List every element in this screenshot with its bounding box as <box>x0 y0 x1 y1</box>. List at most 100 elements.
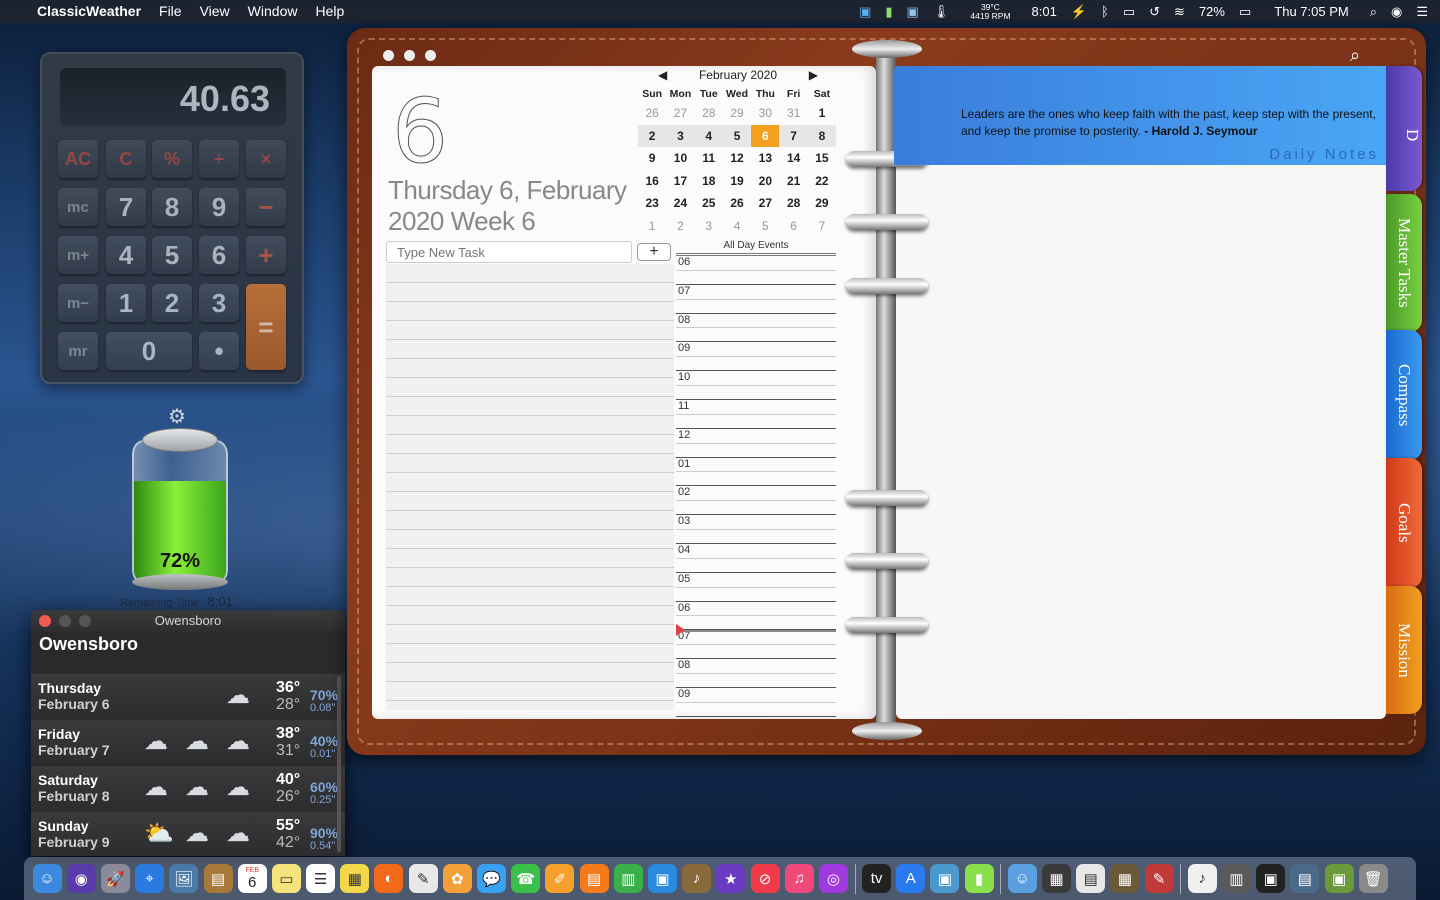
hour-slot[interactable]: 05 <box>676 573 836 602</box>
time-machine-icon[interactable]: ↺ <box>1149 4 1160 20</box>
finder-alt-icon[interactable]: ☺ <box>1007 864 1037 893</box>
menu-view[interactable]: View <box>191 0 239 23</box>
key-0[interactable]: 0 <box>106 332 192 370</box>
task-list[interactable] <box>386 264 674 710</box>
hour-slot[interactable]: 06 <box>676 602 836 631</box>
notification-center-icon[interactable]: ☰ <box>1416 4 1428 20</box>
battery-icon[interactable]: ▭ <box>1239 4 1251 20</box>
calendar-day[interactable]: 29 <box>723 102 751 125</box>
calendar-day[interactable]: 12 <box>723 147 751 170</box>
divide-button[interactable]: ÷ <box>199 140 239 178</box>
calendar-day[interactable]: 9 <box>638 147 666 170</box>
pencil-icon[interactable]: ✎ <box>1144 864 1174 893</box>
numbers-icon[interactable]: ▥ <box>613 864 643 893</box>
tab-daily[interactable]: D <box>1386 66 1422 191</box>
hour-slot[interactable]: 07 <box>676 285 836 314</box>
grapher-icon[interactable]: ▥ <box>1221 864 1251 893</box>
calendar-day[interactable]: 5 <box>751 215 779 238</box>
hour-slot[interactable]: 12 <box>676 429 836 458</box>
calendar-day[interactable]: 18 <box>695 170 723 193</box>
tv-icon[interactable]: tv <box>862 864 892 893</box>
calendar-day[interactable]: 7 <box>779 124 808 147</box>
add-task-button[interactable]: + <box>637 243 671 261</box>
bolt-icon[interactable]: ⚡ <box>1071 4 1087 20</box>
pages-icon[interactable]: ✐ <box>545 864 575 893</box>
key-8[interactable]: 8 <box>152 188 192 226</box>
network-icon[interactable]: ▤ <box>1290 864 1320 893</box>
battery-time[interactable]: 8:01 <box>1032 4 1057 19</box>
mminus-button[interactable]: m− <box>58 284 98 322</box>
airplay-icon[interactable]: ▭ <box>1123 4 1135 20</box>
script-icon[interactable]: ♪ <box>1187 864 1217 893</box>
calendar-day[interactable]: 27 <box>751 192 779 215</box>
calendar-day[interactable]: 22 <box>808 170 836 193</box>
dot-button[interactable]: • <box>199 332 239 370</box>
calendar-day[interactable]: 25 <box>695 192 723 215</box>
music-icon[interactable]: ♫ <box>784 864 814 893</box>
firefox-icon[interactable]: ◐ <box>374 864 404 893</box>
minimize-button[interactable] <box>59 615 71 627</box>
calendar-day[interactable]: 2 <box>666 215 694 238</box>
wifi-icon[interactable]: ≋ <box>1174 4 1185 20</box>
app-store-icon[interactable]: A <box>896 864 926 893</box>
minimize-button[interactable] <box>404 50 415 61</box>
launchpad-icon[interactable]: 🚀 <box>100 864 130 893</box>
calendar-day[interactable]: 26 <box>638 102 666 125</box>
thermometer-icon[interactable]: 🌡 <box>933 4 950 20</box>
key-9[interactable]: 9 <box>199 188 239 226</box>
podcasts-icon[interactable]: ◎ <box>818 864 848 893</box>
close-button[interactable] <box>383 50 394 61</box>
mplus-button[interactable]: m+ <box>58 236 98 274</box>
calendar-day[interactable]: 19 <box>723 170 751 193</box>
calendar-day[interactable]: 31 <box>779 102 807 125</box>
battery-percent[interactable]: 72% <box>1199 4 1225 19</box>
calendar-day[interactable]: 7 <box>808 215 836 238</box>
hour-slot[interactable]: 10 <box>676 371 836 400</box>
books-icon[interactable]: ▤ <box>579 864 609 893</box>
imovie-icon[interactable]: ★ <box>716 864 746 893</box>
new-task-input[interactable] <box>386 241 632 263</box>
tab-mission[interactable]: Mission <box>1386 586 1422 714</box>
photos-2-icon[interactable]: ▣ <box>1324 864 1354 893</box>
ac-button[interactable]: AC <box>58 140 98 178</box>
calendar-day[interactable]: 20 <box>751 170 779 193</box>
calendar-day[interactable]: 10 <box>666 147 694 170</box>
calendar-day[interactable]: 2 <box>638 124 667 147</box>
key-6[interactable]: 6 <box>199 236 239 274</box>
news-icon[interactable]: ⊘ <box>750 864 780 893</box>
calendar-day[interactable]: 24 <box>666 192 694 215</box>
hour-slot[interactable]: 09 <box>676 688 836 717</box>
search-icon[interactable]: ⌕ <box>1350 45 1360 66</box>
forecast-row[interactable]: Saturday February 8 ☁ ☁ ☁ 40° 26° 60% 0.25" <box>31 766 345 812</box>
menu-file[interactable]: File <box>150 0 191 23</box>
clock[interactable]: Thu 7:05 PM <box>1274 4 1348 19</box>
forecast-row[interactable]: Thursday February 6 ☁ 36° 28° 70% 0.08" <box>31 674 345 720</box>
trash-icon[interactable]: 🗑 <box>1358 864 1388 893</box>
calendar-day[interactable]: 21 <box>779 170 807 193</box>
calendar-day[interactable]: 13 <box>751 147 779 170</box>
calendar-day[interactable]: 14 <box>779 147 807 170</box>
menu-help[interactable]: Help <box>306 0 353 23</box>
calendar-day[interactable]: 3 <box>666 124 695 147</box>
safari-icon[interactable]: ⌖ <box>135 864 165 893</box>
migration-icon[interactable]: ▦ <box>1110 864 1140 893</box>
hour-slot[interactable]: 08 <box>676 659 836 688</box>
calendar-day[interactable]: 1 <box>638 215 666 238</box>
calendar-day[interactable]: 27 <box>666 102 694 125</box>
key-7[interactable]: 7 <box>106 188 146 226</box>
next-month-button[interactable]: ▶ <box>809 68 818 82</box>
multiply-button[interactable]: × <box>246 140 286 178</box>
battery-widget-icon[interactable]: ▮ <box>885 4 892 20</box>
calendar-day[interactable]: 23 <box>638 192 666 215</box>
mr-button[interactable]: mr <box>58 332 98 370</box>
keynote-icon[interactable]: ▣ <box>647 864 677 893</box>
tab-compass[interactable]: Compass <box>1386 330 1422 460</box>
hour-slot[interactable]: 09 <box>676 342 836 372</box>
menu-window[interactable]: Window <box>239 0 307 23</box>
hour-slot[interactable]: 04 <box>676 544 836 573</box>
calendar-day[interactable]: 26 <box>723 192 751 215</box>
clear-button[interactable]: C <box>106 140 146 178</box>
finder-icon[interactable]: ☺ <box>32 864 62 893</box>
calendar-day[interactable]: 4 <box>723 215 751 238</box>
key-2[interactable]: 2 <box>152 284 192 322</box>
